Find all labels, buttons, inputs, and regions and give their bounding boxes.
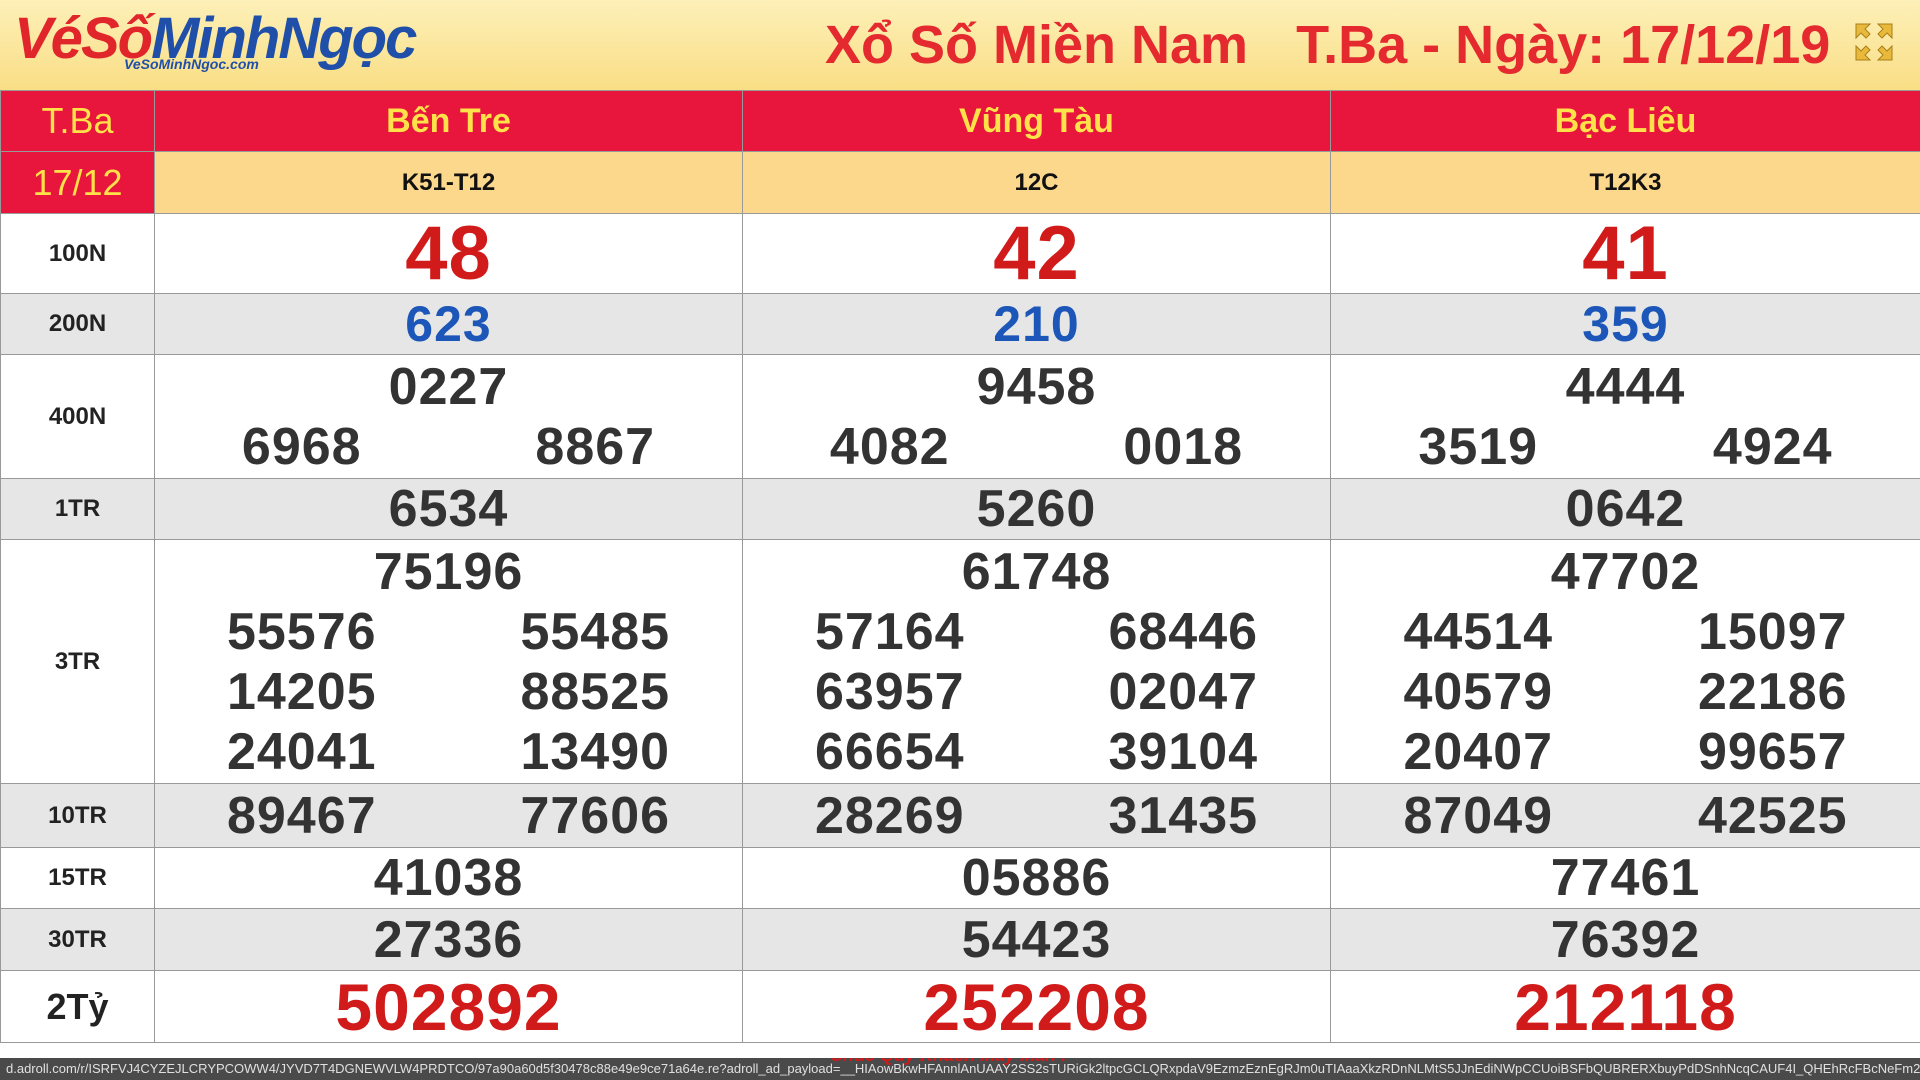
- prize-number: 41038: [373, 849, 524, 907]
- prize-number: 47702: [1550, 542, 1701, 601]
- code-row: 17/12 K51-T12 12C T12K3: [0, 151, 1920, 214]
- prize-number: 14205: [226, 662, 377, 721]
- prize-number: 66654: [814, 722, 965, 781]
- prize-row-400n: 400N 0227 6968 8867 9458 4082 0018 4444 35…: [0, 354, 1920, 479]
- jackpot-number: 252208: [923, 969, 1150, 1044]
- prize-label: 100N: [0, 213, 155, 294]
- ticket-code: K51-T12: [154, 151, 743, 214]
- prize-number: 15097: [1697, 602, 1848, 661]
- province-vung-tau[interactable]: Vũng Tàu: [742, 90, 1331, 152]
- jackpot-number: 212118: [1514, 969, 1737, 1044]
- prize-label: 10TR: [0, 783, 155, 848]
- date-cell: 17/12: [0, 151, 155, 214]
- prize-label: 2Tỷ: [0, 970, 155, 1043]
- prize-row-100n: 100N 48 42 41: [0, 210, 1920, 296]
- prize-number: 4924: [1712, 417, 1833, 476]
- prize-number: 22186: [1697, 662, 1848, 721]
- prize-label: 200N: [0, 293, 155, 355]
- prize-number: 02047: [1108, 662, 1259, 721]
- prize-number: 05886: [961, 849, 1112, 907]
- logo-ve: Vé: [14, 6, 83, 71]
- prize-number: 55576: [226, 602, 377, 661]
- prize-number: 77461: [1550, 849, 1701, 907]
- prize-number: 27336: [373, 910, 524, 969]
- prize-number: 41: [1582, 210, 1669, 296]
- prize-number: 0642: [1565, 480, 1686, 538]
- prize-number: 0227: [388, 357, 509, 416]
- prize-number: 28269: [814, 786, 965, 845]
- prize-number: 44514: [1403, 602, 1554, 661]
- prize-row-1tr: 1TR 6534 5260 0642: [0, 478, 1920, 540]
- results-table: T.Ba Bến Tre Vũng Tàu Bạc Liêu 17/12 K51…: [0, 90, 1920, 1043]
- prize-number: 6968: [241, 417, 362, 476]
- prize-number: 63957: [814, 662, 965, 721]
- prize-number: 57164: [814, 602, 965, 661]
- prize-number: 8867: [535, 417, 656, 476]
- prize-number: 5260: [976, 480, 1097, 538]
- prize-number: 4444: [1565, 357, 1686, 416]
- prize-row-15tr: 15TR 41038 05886 77461: [0, 847, 1920, 909]
- page-header: VéSốMinhNgọc VeSoMinhNgoc.com Xổ Số Miền…: [0, 0, 1920, 90]
- prize-number: 48: [405, 210, 492, 296]
- prize-number: 3519: [1418, 417, 1539, 476]
- title-date: T.Ba - Ngày: 17/12/19: [1296, 15, 1831, 75]
- prize-number: 99657: [1697, 722, 1848, 781]
- prize-number: 39104: [1108, 722, 1259, 781]
- province-bac-lieu[interactable]: Bạc Liêu: [1330, 90, 1920, 152]
- prize-label: 3TR: [0, 539, 155, 784]
- prize-number: 9458: [976, 357, 1097, 416]
- prize-label: 15TR: [0, 847, 155, 909]
- prize-number: 40579: [1403, 662, 1554, 721]
- prize-row-10tr: 10TR 89467 77606 28269 31435 87049 42525: [0, 783, 1920, 848]
- province-row: T.Ba Bến Tre Vũng Tàu Bạc Liêu: [0, 90, 1920, 152]
- status-bar: Chúc Quý Khách May Mắn ! d.adroll.com/r/…: [0, 1058, 1920, 1080]
- page-title: Xổ Số Miền Nam T.Ba - Ngày: 17/12/19: [825, 12, 1830, 78]
- prize-number: 68446: [1108, 602, 1259, 661]
- prize-number: 88525: [520, 662, 671, 721]
- province-ben-tre[interactable]: Bến Tre: [154, 90, 743, 152]
- prize-number: 20407: [1403, 722, 1554, 781]
- prize-row-3tr: 3TR 75196 55576 55485 14205 88525 24041 134…: [0, 539, 1920, 784]
- prize-number: 13490: [520, 722, 671, 781]
- prize-number: 210: [993, 296, 1080, 352]
- prize-number: 77606: [520, 786, 671, 845]
- prize-label: 30TR: [0, 908, 155, 971]
- logo-domain: VeSoMinhNgoc.com: [124, 56, 259, 72]
- prize-number: 0018: [1123, 417, 1244, 476]
- prize-row-200n: 200N 623 210 359: [0, 293, 1920, 355]
- prize-number: 24041: [226, 722, 377, 781]
- day-cell: T.Ba: [0, 90, 155, 152]
- prize-number: 42: [993, 210, 1080, 296]
- prize-row-2ty: 2Tỷ 502892 252208 212118: [0, 969, 1920, 1044]
- prize-label: 400N: [0, 354, 155, 479]
- prize-number: 31435: [1108, 786, 1259, 845]
- site-logo[interactable]: VéSốMinhNgọc VeSoMinhNgoc.com: [14, 6, 417, 78]
- prize-number: 75196: [373, 542, 524, 601]
- prize-row-30tr: 30TR 27336 54423 76392: [0, 908, 1920, 971]
- prize-label: 1TR: [0, 478, 155, 540]
- prize-number: 61748: [961, 542, 1112, 601]
- prize-number: 359: [1582, 296, 1669, 352]
- prize-number: 87049: [1403, 786, 1554, 845]
- prize-number: 54423: [961, 910, 1112, 969]
- luck-message: Chúc Quý Khách May Mắn !: [830, 1058, 1067, 1066]
- fullscreen-icon[interactable]: [1852, 20, 1896, 64]
- prize-number: 6534: [388, 480, 509, 538]
- prize-number: 42525: [1697, 786, 1848, 845]
- ticket-code: 12C: [742, 151, 1331, 214]
- prize-number: 76392: [1550, 910, 1701, 969]
- jackpot-number: 502892: [335, 969, 562, 1044]
- prize-number: 4082: [829, 417, 950, 476]
- ticket-code: T12K3: [1330, 151, 1920, 214]
- prize-number: 623: [405, 296, 492, 352]
- prize-number: 89467: [226, 786, 377, 845]
- prize-number: 55485: [520, 602, 671, 661]
- title-region: Xổ Số Miền Nam: [825, 15, 1249, 75]
